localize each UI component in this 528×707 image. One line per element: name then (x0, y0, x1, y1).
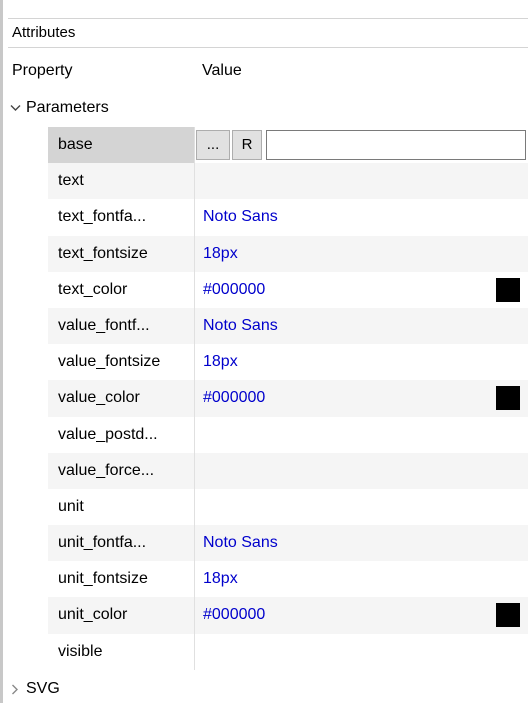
property-value[interactable]: Noto Sans (203, 308, 278, 344)
base-value-input[interactable] (266, 130, 526, 160)
property-name: value_fontf... (58, 316, 150, 334)
property-row-unit-fontsize[interactable]: unit_fontsize 18px (48, 561, 528, 598)
property-name: value_color (58, 389, 140, 407)
property-name: text (58, 172, 84, 190)
property-value[interactable]: #000000 (203, 380, 265, 416)
chevron-down-icon[interactable] (8, 90, 22, 126)
base-value-editor: ... R (196, 130, 528, 160)
property-value[interactable]: #000000 (203, 272, 265, 308)
parameters-group-label: Parameters (26, 99, 109, 116)
property-name: unit_fontsize (58, 570, 148, 588)
color-swatch[interactable] (496, 277, 520, 302)
svg-group-row[interactable]: SVG (8, 671, 528, 707)
column-divider (194, 452, 195, 489)
property-row-visible[interactable]: visible (48, 633, 528, 670)
column-divider (194, 488, 195, 526)
property-row-value-fontfamily[interactable]: value_fontf... Noto Sans (48, 307, 528, 345)
browse-button[interactable]: ... (196, 130, 230, 160)
property-name: value_postd... (58, 425, 158, 443)
property-row-unit[interactable]: unit (48, 488, 528, 526)
property-name: base (48, 127, 194, 164)
property-name: unit_fontfa... (58, 534, 147, 552)
value-column-header[interactable]: Value (202, 52, 242, 90)
property-row-unit-fontfamily[interactable]: unit_fontfa... Noto Sans (48, 525, 528, 562)
property-name: unit (58, 497, 84, 515)
property-value[interactable]: 18px (203, 561, 238, 597)
property-name: value_fontsize (58, 353, 161, 371)
column-divider (194, 235, 195, 272)
color-swatch[interactable] (496, 603, 520, 628)
property-column-header[interactable]: Property (12, 52, 72, 90)
property-row-text[interactable]: text (48, 163, 528, 200)
svg-group-label: SVG (26, 680, 60, 697)
property-name: visible (58, 642, 103, 660)
column-divider (194, 561, 195, 598)
property-value[interactable]: 18px (203, 236, 238, 272)
property-row-value-fontsize[interactable]: value_fontsize 18px (48, 344, 528, 381)
column-divider (194, 271, 195, 308)
property-name: text_color (58, 280, 128, 298)
column-divider (194, 199, 195, 236)
property-value[interactable]: Noto Sans (203, 199, 278, 235)
property-name: value_force... (58, 461, 155, 479)
property-row-text-fontsize[interactable]: text_fontsize 18px (48, 235, 528, 272)
property-row-value-postdecimal[interactable]: value_postd... (48, 416, 528, 453)
property-value[interactable]: #000000 (203, 597, 265, 633)
column-divider (194, 163, 195, 200)
property-row-text-fontfamily[interactable]: text_fontfa... Noto Sans (48, 199, 528, 236)
column-divider (194, 127, 195, 164)
reset-button[interactable]: R (232, 130, 262, 160)
property-value[interactable]: 18px (203, 344, 238, 380)
property-row-base[interactable]: base ... R (48, 127, 528, 164)
column-divider (194, 597, 195, 634)
property-name: unit_color (58, 606, 128, 624)
chevron-right-icon[interactable] (8, 671, 22, 707)
property-name: text_fontsize (58, 244, 148, 262)
column-divider (194, 380, 195, 417)
property-row-value-force[interactable]: value_force... (48, 452, 528, 489)
attributes-panel-title: Attributes (8, 18, 528, 48)
panel-left-edge (0, 0, 3, 703)
column-header-row: Property Value (8, 52, 528, 90)
parameters-list: base ... R text text_fontfa... Noto Sans… (48, 127, 528, 670)
property-row-value-color[interactable]: value_color #000000 (48, 380, 528, 417)
property-value[interactable]: Noto Sans (203, 525, 278, 561)
column-divider (194, 344, 195, 381)
parameters-group-row[interactable]: Parameters (8, 90, 528, 126)
column-divider (194, 416, 195, 453)
property-row-text-color[interactable]: text_color #000000 (48, 271, 528, 308)
property-name: text_fontfa... (58, 208, 147, 226)
color-swatch[interactable] (496, 386, 520, 411)
column-divider (194, 307, 195, 345)
column-divider (194, 525, 195, 562)
column-divider (194, 633, 195, 670)
property-row-unit-color[interactable]: unit_color #000000 (48, 597, 528, 634)
